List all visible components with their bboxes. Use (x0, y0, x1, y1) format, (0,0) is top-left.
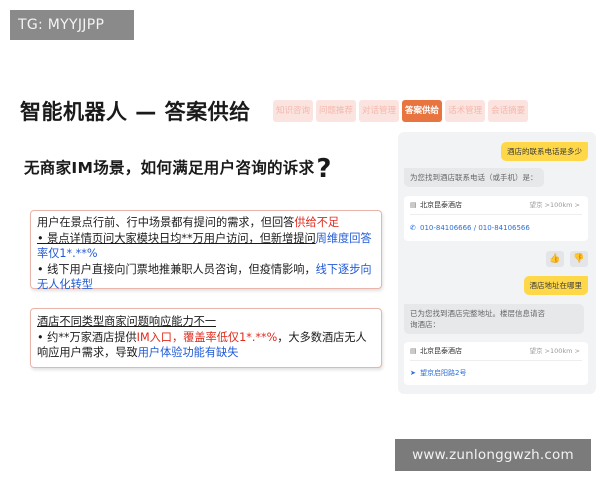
hotel-address-card[interactable]: ▤ 北京昆泰酒店 望京 >100km > ➤ 望京启阳路2号 (404, 342, 588, 385)
scenic-bullet-2: • 线下用户直接向门票地推兼职人员咨询，但疫情影响，线下逐步向无人化转型 (37, 262, 375, 293)
question-heading: 无商家IM场景，如何满足用户咨询的诉求? (24, 154, 332, 184)
hotel-row: ▤ 北京昆泰酒店 望京 >100km > (404, 196, 588, 214)
hotel-bullet-highlight: IM入口，覆盖率低仅1*.**% (136, 330, 278, 344)
phone-icon: ✆ (410, 224, 416, 232)
thumbs-down-icon[interactable]: 👎 (570, 251, 588, 267)
scenic-intro-text: 用户在景点行前、行中场景都有提问的需求，但回答 (37, 216, 295, 229)
hotel-row-2: ▤ 北京昆泰酒店 望京 >100km > (404, 342, 588, 360)
thumbs-up-icon[interactable]: 👍 (546, 251, 564, 267)
hotel-address[interactable]: 望京启阳路2号 (420, 369, 466, 377)
phone-row[interactable]: ✆ 010-84106666 / 010-84106566 (404, 215, 588, 241)
bot-answer-address: 已为您找到酒店完整地址。楼层信息请咨 询酒店： (404, 304, 584, 334)
scenic-bullet-1: • 景点详情页问大家模块日均**万用户访问，但新增提问周维度回答率仅1*.**% (37, 231, 375, 262)
hotel-distance: 望京 >100km > (529, 201, 580, 209)
hotel-name-2: 北京昆泰酒店 (420, 347, 462, 355)
tab-answer-supply[interactable]: 答案供给 (402, 100, 443, 122)
scenic-intro-highlight: 供给不足 (294, 216, 340, 229)
user-question-phone: 酒店的联系电话是多少 (501, 142, 588, 161)
store-icon: ▤ (410, 347, 417, 355)
tab-bar: 知识咨询 问题推荐 对话管理 答案供给 话术管理 会话摘要 (273, 100, 529, 122)
bot-answer-phone: 为您找到酒店联系电话（或手机）是： (404, 168, 544, 187)
tab-knowledge[interactable]: 知识咨询 (273, 100, 314, 122)
tab-script[interactable]: 话术管理 (445, 100, 486, 122)
watermark: www.zunlonggwzh.com (395, 439, 591, 471)
hotel-bullet-text-a: • 约**万家酒店提供 (37, 330, 137, 344)
scenic-bullet-1-text: • 景点详情页问大家模块日均**万用户访问，但新增提问 (37, 231, 316, 245)
bot-answer-address-line2: 询酒店： (410, 320, 440, 329)
tab-dialog[interactable]: 对话管理 (359, 100, 400, 122)
question-mark-icon: ? (316, 154, 332, 184)
hotel-bullet: • 约**万家酒店提供IM入口，覆盖率低仅1*.**%，大多数酒店无人响应用户需… (37, 330, 375, 361)
scenic-intro: 用户在景点行前、行中场景都有提问的需求，但回答供给不足 (37, 215, 375, 231)
hotel-phone-numbers[interactable]: 010-84106666 / 010-84106566 (420, 224, 530, 232)
scenic-bullet-2-text: • 线下用户直接向门票地推兼职人员咨询，但疫情影响， (37, 262, 316, 276)
scenic-card: 用户在景点行前、行中场景都有提问的需求，但回答供给不足 • 景点详情页问大家模块… (30, 210, 382, 291)
address-row[interactable]: ➤ 望京启阳路2号 (404, 361, 588, 385)
user-question-address: 酒店地址在哪里 (523, 276, 588, 295)
location-arrow-icon: ➤ (410, 369, 416, 377)
tab-summary[interactable]: 会话摘要 (488, 100, 529, 122)
bot-answer-address-line1: 已为您找到酒店完整地址。楼层信息请咨 (410, 309, 545, 318)
question-text: 无商家IM场景，如何满足用户咨询的诉求 (24, 159, 315, 177)
hotel-card: 酒店不同类型商家问题响应能力不一 • 约**万家酒店提供IM入口，覆盖率低仅1*… (30, 308, 382, 368)
hotel-name: 北京昆泰酒店 (420, 201, 462, 209)
tg-badge: TG: MYYJJPP (10, 10, 134, 40)
tab-recommend[interactable]: 问题推荐 (316, 100, 357, 122)
slide-title: 智能机器人 — 答案供给 (20, 100, 251, 124)
store-icon: ▤ (410, 201, 417, 209)
feedback-buttons: 👍 👎 (546, 251, 588, 267)
hotel-phone-card[interactable]: ▤ 北京昆泰酒店 望京 >100km > ✆ 010-84106666 / 01… (404, 196, 588, 241)
hotel-distance-2: 望京 >100km > (529, 347, 580, 355)
hotel-bullet-blue: 用户体验功能有缺失 (137, 346, 239, 359)
hotel-heading: 酒店不同类型商家问题响应能力不一 (37, 315, 217, 328)
